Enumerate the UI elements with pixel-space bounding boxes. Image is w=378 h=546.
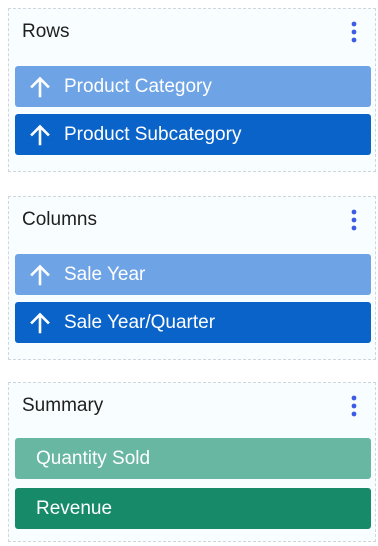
vertical-ellipsis-icon xyxy=(351,21,357,43)
arrow-up-icon[interactable] xyxy=(28,75,52,99)
rows-item-product-subcategory[interactable]: Product Subcategory xyxy=(15,114,371,155)
summary-panel-header: Summary xyxy=(9,383,375,435)
columns-panel: Columns Sale Year Sale Year/Quarter xyxy=(8,196,376,360)
summary-item-revenue[interactable]: Revenue xyxy=(15,488,371,529)
summary-item-quantity-sold[interactable]: Quantity Sold xyxy=(15,438,371,479)
rows-panel-header: Rows xyxy=(9,9,375,61)
rows-item-product-category[interactable]: Product Category xyxy=(15,66,371,107)
columns-item-sale-year[interactable]: Sale Year xyxy=(15,254,371,295)
columns-panel-title: Columns xyxy=(22,209,97,230)
arrow-up-icon[interactable] xyxy=(28,263,52,287)
vertical-ellipsis-icon xyxy=(351,209,357,231)
columns-item-label: Sale Year/Quarter xyxy=(64,312,216,333)
summary-item-label: Revenue xyxy=(36,498,113,519)
vertical-ellipsis-icon xyxy=(351,395,357,417)
columns-item-label: Sale Year xyxy=(64,264,146,285)
rows-panel-menu-button[interactable] xyxy=(347,20,361,46)
summary-panel-menu-button[interactable] xyxy=(347,394,361,420)
summary-panel: Summary Quantity Sold Revenue xyxy=(8,382,376,542)
columns-panel-header: Columns xyxy=(9,197,375,249)
summary-panel-title: Summary xyxy=(22,395,104,416)
rows-panel-title: Rows xyxy=(22,21,70,42)
rows-item-label: Product Category xyxy=(64,76,212,97)
arrow-up-icon[interactable] xyxy=(28,311,52,335)
rows-panel: Rows Product Category Product Subcategor… xyxy=(8,8,376,172)
arrow-up-icon[interactable] xyxy=(28,123,52,147)
rows-item-label: Product Subcategory xyxy=(64,124,242,145)
summary-item-label: Quantity Sold xyxy=(36,448,151,469)
columns-item-sale-year-quarter[interactable]: Sale Year/Quarter xyxy=(15,302,371,343)
columns-panel-menu-button[interactable] xyxy=(347,208,361,234)
